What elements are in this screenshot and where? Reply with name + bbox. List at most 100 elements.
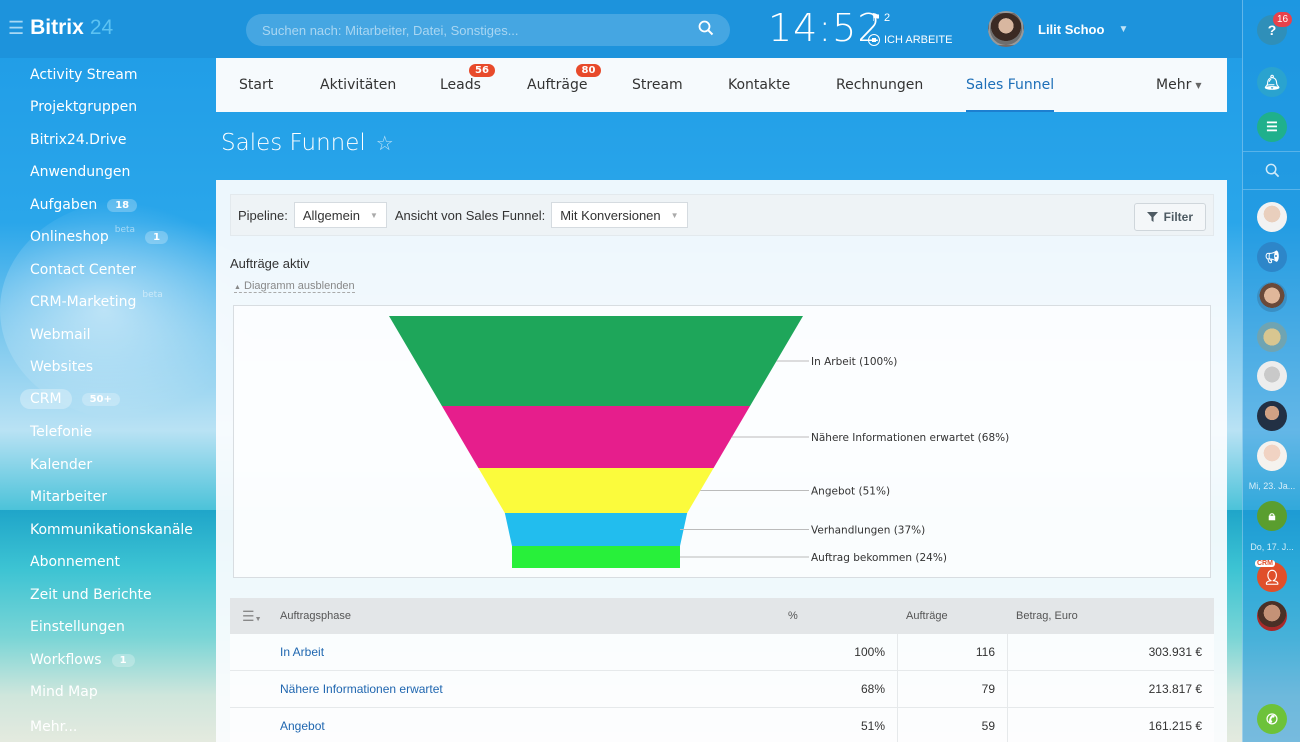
filter-button-label: Filter bbox=[1163, 210, 1193, 224]
chevron-down-icon: ▼ bbox=[1118, 23, 1129, 35]
bell-icon: 🔔︎ bbox=[1263, 73, 1281, 90]
tab[interactable]: Sales Funnel bbox=[966, 58, 1055, 112]
sidebar-item[interactable]: Aufgaben 18 bbox=[30, 193, 138, 217]
flag-counter[interactable]: ⚑ 2 bbox=[871, 11, 890, 24]
phone-button[interactable]: ✆ bbox=[1257, 704, 1287, 734]
sidebar-item[interactable]: Einstellungen bbox=[30, 615, 125, 639]
cell-percent: 68% bbox=[728, 671, 898, 707]
cell-amount: 161.215 € bbox=[1148, 719, 1202, 733]
sidebar-item[interactable]: Contact Center bbox=[30, 258, 136, 282]
funnel-label: Angebot (51%) bbox=[811, 486, 890, 498]
sidebar-item[interactable]: Zeit und Berichte bbox=[30, 583, 152, 607]
tab[interactable]: Leads 56 bbox=[440, 58, 495, 112]
tab[interactable]: Rechnungen bbox=[836, 58, 923, 112]
funnel-segment[interactable] bbox=[504, 513, 688, 546]
tab[interactable]: Aktivitäten bbox=[320, 58, 396, 112]
view-value: Mit Konversionen bbox=[560, 207, 661, 223]
sidebar-item[interactable]: Telefonie bbox=[30, 420, 92, 444]
sidebar-item[interactable]: Projektgruppen bbox=[30, 95, 137, 119]
stop-icon bbox=[868, 34, 880, 46]
right-sidebar: ? 16 🔔︎ ☰ 📢︎ Mi, 23. Ja... 🔒︎ Do, 17. J.… bbox=[1242, 0, 1300, 742]
sidebar-item-label: Einstellungen bbox=[30, 619, 125, 635]
sidebar-item[interactable]: CRM-Marketing beta bbox=[30, 290, 163, 314]
contact-avatar[interactable] bbox=[1257, 401, 1287, 431]
search-icon[interactable] bbox=[698, 20, 714, 40]
funnel-label: Auftrag bekommen (24%) bbox=[811, 552, 947, 564]
filter-button[interactable]: Filter bbox=[1133, 203, 1206, 231]
sidebar-item[interactable]: Kalender bbox=[30, 453, 92, 477]
header-percent[interactable]: % bbox=[728, 598, 898, 634]
sidebar-item[interactable]: Websites bbox=[30, 355, 93, 379]
clock[interactable]: 14:52 bbox=[768, 6, 883, 50]
funnel-segment[interactable] bbox=[389, 316, 803, 406]
view-select[interactable]: Mit Konversionen ▼ bbox=[551, 202, 688, 228]
phase-link[interactable]: Angebot bbox=[280, 719, 325, 733]
sidebar-item[interactable]: Mehr... bbox=[30, 715, 77, 739]
lock-button[interactable]: 🔒︎ bbox=[1257, 501, 1287, 531]
funnel-segment[interactable] bbox=[441, 406, 751, 468]
sidebar-item-label: Aufgaben bbox=[30, 197, 98, 213]
sidebar-item[interactable]: Workflows 1 bbox=[30, 648, 135, 672]
sidebar-item[interactable]: Activity Stream bbox=[30, 63, 137, 87]
search-button[interactable] bbox=[1257, 155, 1287, 185]
funnel-segment[interactable] bbox=[512, 546, 680, 568]
notifications-button[interactable]: 🔔︎ bbox=[1257, 67, 1287, 97]
sidebar-item[interactable]: Bitrix24.Drive bbox=[30, 128, 127, 152]
sidebar-item[interactable]: Mitarbeiter bbox=[30, 485, 107, 509]
contact-avatar[interactable] bbox=[1257, 202, 1287, 232]
contact-avatar[interactable] bbox=[1257, 601, 1287, 631]
sidebar-item[interactable]: Kommunikationskanäle bbox=[30, 518, 193, 542]
hide-chart-label: Diagramm ausblenden bbox=[244, 280, 355, 292]
contact-avatar[interactable] bbox=[1257, 361, 1287, 391]
menu-icon[interactable]: ☰ bbox=[8, 18, 24, 39]
sidebar-item[interactable]: Onlineshop beta 1 bbox=[30, 225, 169, 249]
search-bar[interactable] bbox=[246, 14, 730, 46]
sidebar-item[interactable]: CRM 50+ bbox=[20, 387, 120, 411]
search-input[interactable] bbox=[262, 22, 698, 38]
header-phase[interactable]: Auftragsphase bbox=[280, 610, 728, 622]
cell-phase: Angebot bbox=[280, 719, 728, 733]
pipeline-label: Pipeline: bbox=[238, 207, 288, 223]
contact-avatar[interactable] bbox=[1257, 441, 1287, 471]
table-row: In Arbeit 100% 116 303.931 € bbox=[230, 634, 1214, 671]
user-avatar[interactable] bbox=[988, 11, 1024, 47]
top-header: ☰ Bitrix 24 14:52 ⚑ 2 ICH ARBEITE Lilit … bbox=[0, 0, 1242, 58]
funnel-svg: In Arbeit (100%) Nähere Informationen erw… bbox=[389, 316, 1009, 568]
view-label: Ansicht von Sales Funnel: bbox=[394, 207, 546, 223]
cell-count: 116 bbox=[898, 634, 1008, 670]
announcement-button[interactable]: 📢︎ bbox=[1257, 242, 1287, 272]
tab[interactable]: Kontakte bbox=[728, 58, 790, 112]
chevron-up-icon: ▲ bbox=[234, 284, 241, 291]
sidebar-item-label: Mehr... bbox=[30, 719, 78, 735]
star-icon[interactable]: ☆ bbox=[376, 131, 394, 155]
user-menu[interactable]: Lilit Schoo ▼ bbox=[988, 11, 1128, 47]
section-title: Aufträge aktiv bbox=[230, 256, 310, 271]
page-title-text: Sales Funnel bbox=[221, 130, 366, 156]
contact-avatar[interactable] bbox=[1257, 322, 1287, 352]
phase-link[interactable]: In Arbeit bbox=[280, 645, 324, 659]
contact-avatar[interactable] bbox=[1257, 282, 1287, 312]
sidebar-item[interactable]: Webmail bbox=[30, 323, 91, 347]
funnel-segment[interactable] bbox=[478, 468, 714, 513]
tab[interactable]: Aufträge 80 bbox=[527, 58, 602, 112]
sidebar-item[interactable]: Anwendungen bbox=[30, 160, 130, 184]
hide-chart-link[interactable]: ▲ Diagramm ausblenden bbox=[234, 280, 355, 293]
tab[interactable]: Start bbox=[239, 58, 273, 112]
sidebar-item[interactable]: Mind Map bbox=[30, 680, 98, 704]
work-status[interactable]: ICH ARBEITE bbox=[868, 34, 952, 46]
header-amount[interactable]: Betrag, Euro bbox=[1008, 598, 1214, 634]
sidebar-item-label: Onlineshop bbox=[30, 229, 109, 245]
crm-contact-button[interactable]: CRM 👤︎ bbox=[1255, 560, 1287, 592]
phase-link[interactable]: Nähere Informationen erwartet bbox=[280, 682, 443, 696]
pipeline-select[interactable]: Allgemein ▼ bbox=[293, 202, 387, 228]
table-row: Angebot 51% 59 161.215 € bbox=[230, 708, 1214, 742]
column-settings-icon[interactable]: ☰▼ bbox=[230, 608, 280, 625]
logo[interactable]: ☰ Bitrix 24 bbox=[8, 16, 113, 40]
tab[interactable]: Stream bbox=[632, 58, 683, 112]
tab-label: Start bbox=[239, 77, 274, 93]
chat-button[interactable]: ☰ bbox=[1257, 112, 1287, 142]
sidebar-item[interactable]: Abonnement bbox=[30, 550, 120, 574]
header-count[interactable]: Aufträge bbox=[898, 598, 1008, 634]
funnel-chart: In Arbeit (100%) Nähere Informationen erw… bbox=[233, 305, 1211, 578]
tab[interactable]: Mehr ▼ bbox=[1156, 58, 1201, 112]
